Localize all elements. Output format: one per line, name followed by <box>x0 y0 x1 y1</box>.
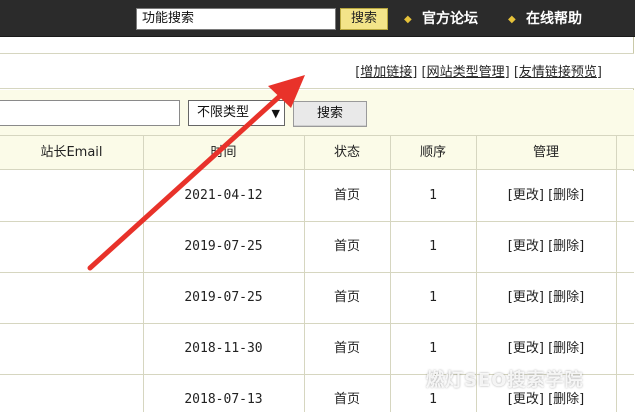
delete-link[interactable]: [删除] <box>548 290 584 305</box>
table-row: 2021-04-12 首页 1 [更改] [删除] <box>0 171 634 222</box>
watermark: 燃灯SEO搜索学院 <box>426 370 584 391</box>
status-cell: 首页 <box>333 341 360 356</box>
filter-search-button[interactable]: 搜索 <box>293 101 367 127</box>
filter-bar: 不限类型 ▼ 搜索 <box>0 90 634 136</box>
manage-cell: [更改] [删除] <box>476 222 616 272</box>
order-cell: 1 <box>429 239 437 254</box>
delete-link[interactable]: [删除] <box>548 392 584 407</box>
delete-link[interactable]: [删除] <box>548 239 584 254</box>
email-cell <box>0 222 143 272</box>
status-cell: 首页 <box>333 239 360 254</box>
action-links: [增加链接] [网站类型管理] [友情链接预览] <box>355 65 602 80</box>
date-cell: 2019-07-25 <box>184 239 263 254</box>
edit-link[interactable]: [更改] <box>508 290 544 305</box>
column-header-order: 顺序 <box>419 145 446 160</box>
content-frame: [增加链接] [网站类型管理] [友情链接预览] 不限类型 ▼ 搜索 站长Ema… <box>0 37 634 412</box>
official-forum-label: 官方论坛 <box>422 11 478 27</box>
chevron-down-icon: ▼ <box>271 107 280 120</box>
email-cell <box>0 375 143 412</box>
top-nav-bar: 功能搜索 搜索 ◆ 官方论坛 ◆ 在线帮助 <box>0 0 635 37</box>
edit-link[interactable]: [更改] <box>508 239 544 254</box>
edit-link[interactable]: [更改] <box>508 392 544 407</box>
status-cell: 首页 <box>333 392 360 407</box>
status-cell: 首页 <box>333 290 360 305</box>
order-cell: 1 <box>429 188 437 203</box>
column-header-manage: 管理 <box>532 145 559 160</box>
delete-link[interactable]: [删除] <box>548 188 584 203</box>
email-cell <box>0 273 143 323</box>
function-search-input[interactable]: 功能搜索 <box>136 8 336 30</box>
type-select-value: 不限类型 <box>197 105 250 120</box>
online-help-label: 在线帮助 <box>526 11 582 27</box>
action-bar: [增加链接] [网站类型管理] [友情链接预览] <box>0 53 634 89</box>
function-search-button[interactable]: 搜索 <box>340 8 388 30</box>
date-cell: 2019-07-25 <box>184 290 263 305</box>
table-header: 站长Email 时间 状态 顺序 管理 <box>0 136 634 170</box>
table-row: 2019-07-25 首页 1 [更改] [删除] <box>0 222 634 273</box>
edit-link[interactable]: [更改] <box>508 341 544 356</box>
date-cell: 2018-07-13 <box>184 392 263 407</box>
add-link-button[interactable]: 增加链接 <box>360 65 412 80</box>
date-cell: 2021-04-12 <box>184 188 263 203</box>
column-divider <box>390 136 391 412</box>
keyword-input[interactable] <box>0 100 180 126</box>
column-header-status: 状态 <box>333 145 360 160</box>
table-row: 2019-07-25 首页 1 [更改] [删除] <box>0 273 634 324</box>
bullet-icon: ◆ <box>508 14 516 25</box>
site-type-manage-link[interactable]: 网站类型管理 <box>427 65 505 80</box>
column-divider <box>304 136 305 412</box>
email-cell <box>0 324 143 374</box>
column-divider <box>143 136 144 412</box>
status-cell: 首页 <box>333 188 360 203</box>
column-header-email: 站长Email <box>40 145 103 160</box>
email-cell <box>0 171 143 221</box>
manage-cell: [更改] [删除] <box>476 273 616 323</box>
link-preview-link[interactable]: 友情链接预览 <box>519 65 597 80</box>
official-forum-link[interactable]: ◆ 官方论坛 <box>404 9 478 29</box>
manage-cell: [更改] [删除] <box>476 171 616 221</box>
bullet-icon: ◆ <box>404 14 412 25</box>
delete-link[interactable]: [删除] <box>548 341 584 356</box>
column-header-time: 时间 <box>210 145 237 160</box>
online-help-link[interactable]: ◆ 在线帮助 <box>508 9 582 29</box>
order-cell: 1 <box>429 290 437 305</box>
date-cell: 2018-11-30 <box>184 341 263 356</box>
edit-link[interactable]: [更改] <box>508 188 544 203</box>
type-select[interactable]: 不限类型 ▼ <box>188 100 285 126</box>
column-divider <box>616 136 617 412</box>
